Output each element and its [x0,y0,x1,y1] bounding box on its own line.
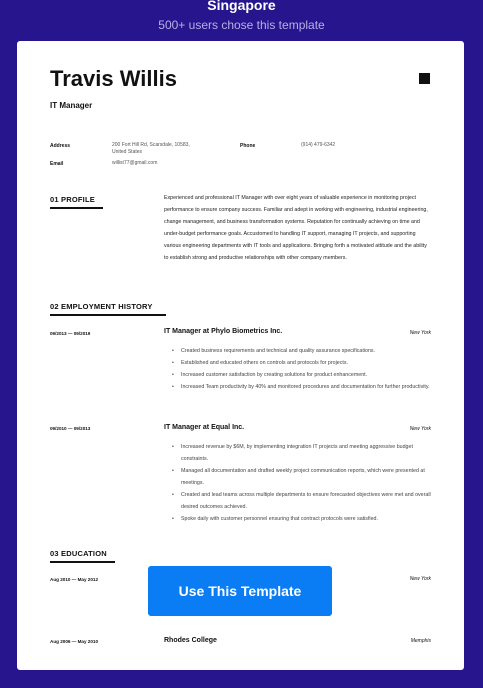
resume-preview-card[interactable]: Travis Willis IT Manager Address 200 For… [17,41,464,670]
list-item: Increased customer satisfaction by creat… [172,369,432,381]
resume-name: Travis Willis [50,66,177,91]
job-bullets: Increased revenue by $6M, by implementin… [172,441,432,525]
education-underline [50,561,115,563]
address-line1: 200 Fort Hill Rd, Scarsdale, 10583, [112,142,190,148]
list-item: Spoke daily with customer personnel ensu… [172,513,432,525]
job-dates: 09/2013 — 09/2019 [50,331,91,336]
list-item: Established and educated others on contr… [172,357,432,369]
job-bullets: Created business requirements and techni… [172,345,432,393]
resume-role: IT Manager [50,101,93,110]
template-title: Singapore [207,0,276,13]
list-item: Created business requirements and techni… [172,345,432,357]
phone-label: Phone [240,143,256,149]
education-city: Memphis [410,638,431,644]
decorative-square [419,73,430,84]
job-city: New York [409,330,431,336]
list-item: Increased revenue by $6M, by implementin… [172,441,432,465]
education-heading: 03 EDUCATION [50,549,107,558]
education-dates: Aug 2006 — May 2010 [50,639,99,644]
job-title: IT Manager at Equal Inc. [164,424,245,431]
template-subtitle: 500+ users chose this template [158,18,325,32]
profile-heading: 01 PROFILE [50,195,95,204]
profile-underline [50,207,103,209]
list-item: Created and lead teams across multiple d… [172,489,432,513]
job-city: New York [409,426,431,432]
job-title: IT Manager at Phylo Biometrics Inc. [164,328,283,335]
job-dates: 09/2010 — 09/2013 [50,426,91,431]
education-school: Rhodes College [164,637,217,644]
education-dates: Aug 2010 — May 2012 [50,577,99,582]
use-template-button[interactable]: Use This Template [148,566,332,616]
email-label: Email [50,161,64,167]
list-item: Increased Team productivity by 40% and m… [172,381,432,393]
address-label: Address [50,143,71,149]
list-item: Managed all documentation and drafted we… [172,465,432,489]
address-line2: United States [112,149,143,155]
profile-text: Experienced and professional IT Manager … [164,195,428,261]
email-value: willist77@gmail.com [112,160,158,166]
employment-underline [50,314,166,316]
education-city: New York [409,576,431,582]
phone-value: (914) 479-6342 [301,142,336,148]
employment-heading: 02 EMPLOYMENT HISTORY [50,302,153,311]
